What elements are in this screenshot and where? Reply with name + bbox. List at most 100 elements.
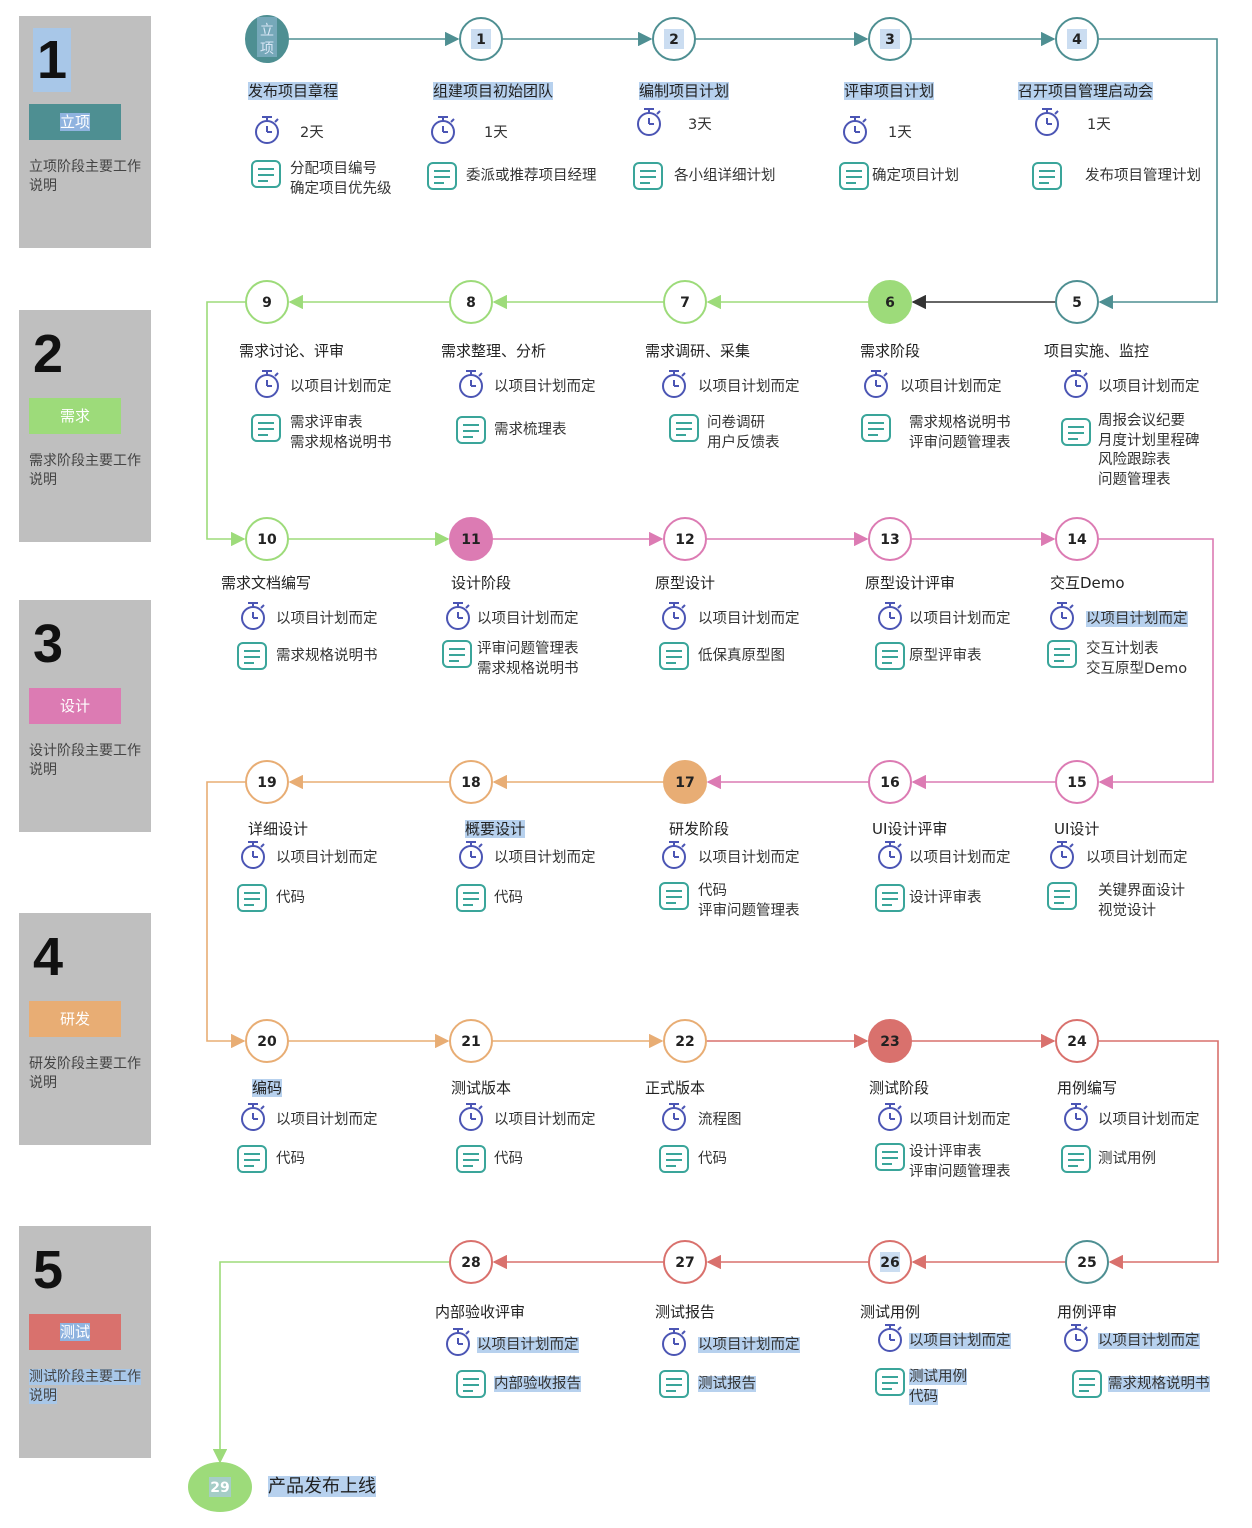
node-number: 4: [1072, 32, 1082, 48]
output-item: 发布项目管理计划: [1085, 168, 1201, 184]
node-number: 11: [461, 532, 480, 548]
duration-text: 以项目计划而定: [698, 1337, 800, 1353]
step-label: 研发阶段: [669, 820, 730, 838]
duration-text: 以项目计划而定: [698, 611, 800, 627]
duration-text: 以项目计划而定: [909, 850, 1011, 866]
step-label: 原型设计: [655, 574, 716, 592]
output-list: 评审问题管理表 需求规格说明书: [477, 640, 579, 679]
output-item: 确定项目优先级: [290, 180, 392, 197]
output-item: 代码: [494, 890, 523, 906]
output-list: 低保真原型图: [698, 647, 785, 667]
output-list: 代码: [494, 1150, 523, 1170]
node-number: 18: [461, 775, 480, 791]
stopwatch-icon: [864, 370, 888, 398]
duration-text: 2天: [300, 125, 324, 141]
output-item: 测试报告: [698, 1376, 756, 1392]
duration-text: 以项目计划而定: [1098, 1112, 1200, 1128]
step-label: 需求整理、分析: [441, 342, 547, 360]
document-icon: [237, 1145, 267, 1173]
output-item: 代码: [698, 1151, 727, 1167]
step-label: 组建项目初始团队: [433, 82, 554, 100]
stopwatch-icon: [662, 370, 686, 398]
document-icon: [1061, 1145, 1091, 1173]
step-label: 设计阶段: [451, 574, 512, 592]
stopwatch-icon: [878, 602, 902, 630]
document-icon: [1061, 418, 1091, 446]
duration-text: 以项目计划而定: [698, 379, 800, 395]
output-list: 委派或推荐项目经理: [466, 167, 597, 187]
document-icon: [456, 416, 486, 444]
output-item: 需求规格说明书: [290, 434, 392, 451]
node-number: 1: [476, 32, 486, 48]
node-number: 6: [885, 295, 895, 311]
document-icon: [251, 414, 281, 442]
output-item: 分配项目编号: [290, 161, 377, 177]
output-item: 代码: [276, 890, 305, 906]
document-icon: [861, 414, 891, 442]
stopwatch-icon: [459, 1103, 483, 1131]
stopwatch-icon: [662, 1103, 686, 1131]
step-label: 原型设计评审: [865, 574, 956, 592]
stopwatch-icon: [241, 841, 265, 869]
output-item: 需求规格说明书: [477, 660, 579, 677]
node-number: 5: [1072, 295, 1082, 311]
stopwatch-icon: [662, 602, 686, 630]
output-list: 需求规格说明书 评审问题管理表: [909, 414, 1011, 453]
duration-text: 以项目计划而定: [1086, 611, 1188, 627]
output-list: 设计评审表: [909, 889, 982, 909]
stopwatch-icon: [662, 841, 686, 869]
document-icon: [875, 642, 905, 670]
step-label: 用例评审: [1057, 1303, 1118, 1321]
output-list: 周报会议纪要 月度计划里程碑 风险跟踪表 问题管理表: [1098, 412, 1200, 490]
output-list: 设计评审表 评审问题管理表: [909, 1143, 1011, 1182]
output-item: 需求评审表: [290, 415, 363, 431]
document-icon: [875, 1143, 905, 1171]
output-list: 内部验收报告: [494, 1375, 581, 1395]
duration-text: 以项目计划而定: [276, 1112, 378, 1128]
step-label: 正式版本: [645, 1079, 706, 1097]
stopwatch-icon: [878, 1103, 902, 1131]
output-list: 需求规格说明书: [276, 647, 378, 667]
stopwatch-icon: [255, 370, 279, 398]
output-item: 测试用例: [909, 1369, 967, 1385]
duration-text: 以项目计划而定: [290, 379, 392, 395]
output-item: 内部验收报告: [494, 1376, 581, 1392]
duration-text: 1天: [484, 125, 508, 141]
output-list: 需求梳理表: [494, 421, 567, 441]
stopwatch-icon: [431, 116, 455, 144]
node-number: 28: [461, 1255, 480, 1271]
output-list: 测试用例 代码: [909, 1368, 967, 1407]
document-icon: [456, 1145, 486, 1173]
node-number: 17: [675, 775, 694, 791]
output-item: 设计评审表: [909, 1144, 982, 1160]
output-list: 交互计划表 交互原型Demo: [1086, 640, 1187, 679]
output-list: 需求规格说明书: [1108, 1375, 1210, 1395]
document-icon: [875, 1368, 905, 1396]
output-list: 测试报告: [698, 1375, 756, 1395]
stopwatch-icon: [241, 1103, 265, 1131]
output-item: 月度计划里程碑: [1098, 432, 1200, 449]
output-item: 测试用例: [1098, 1151, 1156, 1167]
output-list: 测试用例: [1098, 1150, 1156, 1170]
document-icon: [427, 162, 457, 190]
duration-text: 以项目计划而定: [477, 611, 579, 627]
duration-text: 以项目计划而定: [477, 1337, 579, 1353]
node-number: 15: [1067, 775, 1086, 791]
output-item: 原型评审表: [909, 648, 982, 664]
stopwatch-icon: [637, 108, 661, 136]
step-label: 用例编写: [1057, 1079, 1118, 1097]
duration-text: 以项目计划而定: [909, 1333, 1011, 1349]
duration-text: 以项目计划而定: [900, 379, 1002, 395]
duration-text: 以项目计划而定: [1098, 1333, 1200, 1349]
document-icon: [839, 162, 869, 190]
node-number: 26: [880, 1255, 899, 1271]
document-icon: [659, 1145, 689, 1173]
stopwatch-icon: [1064, 1324, 1088, 1352]
document-icon: [1072, 1370, 1102, 1398]
output-item: 用户反馈表: [707, 434, 780, 451]
output-list: 确定项目计划: [872, 167, 959, 187]
document-icon: [1032, 162, 1062, 190]
output-item: 风险跟踪表: [1098, 452, 1171, 468]
output-list: 分配项目编号 确定项目优先级: [290, 160, 392, 199]
output-list: 各小组详细计划: [674, 167, 776, 187]
